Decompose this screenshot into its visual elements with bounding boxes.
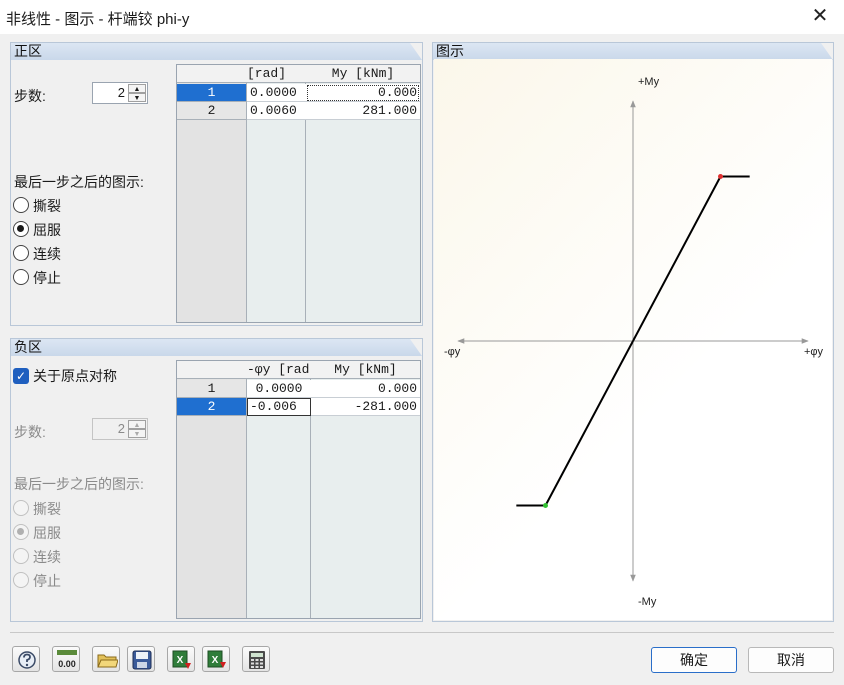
diagram-header: 图示 xyxy=(433,43,833,60)
negative-steps-label: 步数: xyxy=(14,424,46,440)
footer-separator xyxy=(10,632,834,633)
negative-row-1-header[interactable]: 1 xyxy=(177,380,246,398)
negative-option-yield-label: 屈服 xyxy=(33,525,61,541)
positive-row-2-header[interactable]: 2 xyxy=(177,102,246,120)
import-excel-icon: X xyxy=(207,650,226,668)
export-excel-button[interactable]: X xyxy=(167,646,195,672)
positive-steps-spinner[interactable]: 2 ▲ ▼ xyxy=(92,82,148,104)
positive-row-2-phi[interactable]: 0.0060 xyxy=(247,102,306,120)
negative-col-header-phi: -φy [rad xyxy=(247,361,311,379)
positive-option-stop-label: 停止 xyxy=(33,270,61,286)
help-icon xyxy=(18,651,36,669)
y-neg-axis-label: -My xyxy=(638,596,657,608)
open-folder-icon xyxy=(97,654,118,668)
spin-down-icon[interactable]: ▼ xyxy=(128,93,146,102)
negative-option-stop-label: 停止 xyxy=(33,573,61,589)
window-title: 非线性 - 图示 - 杆端铰 phi-y xyxy=(6,11,190,28)
diagram-area: +My -My +φy -φy xyxy=(434,59,832,620)
positive-zone-header: 正区 xyxy=(11,43,422,60)
negative-row-1-phi[interactable]: 0.0000 xyxy=(247,380,311,398)
positive-col-header-m: My [kNm] xyxy=(306,65,420,83)
save-icon xyxy=(132,650,152,670)
cancel-button[interactable]: 取消 xyxy=(748,647,834,673)
negative-table[interactable]: -φy [rad My [kNm] 1 0.0000 0.000 2 -0.00… xyxy=(176,360,421,619)
negative-option-stop-radio xyxy=(13,572,29,588)
curve-segment xyxy=(632,176,722,342)
negative-col-header-m: My [kNm] xyxy=(311,361,420,379)
positive-row-header-corner xyxy=(177,65,247,83)
positive-option-continuous-label: 连续 xyxy=(33,246,61,262)
x-neg-axis-label: -φy xyxy=(444,346,461,358)
negative-after-last-label: 最后一步之后的图示: xyxy=(14,476,144,492)
negative-zone-header: 负区 xyxy=(11,339,422,356)
negative-row-2-m[interactable]: -281.000 xyxy=(311,398,420,416)
positive-option-tear-label: 撕裂 xyxy=(33,198,61,214)
export-excel-icon: X xyxy=(172,650,191,669)
help-button[interactable] xyxy=(12,646,40,672)
symmetric-label: 关于原点对称 xyxy=(33,368,117,384)
negative-row-2-header[interactable]: 2 xyxy=(177,398,246,416)
x-pos-axis-label: +φy xyxy=(804,346,824,358)
ok-button[interactable]: 确定 xyxy=(651,647,737,673)
positive-row-1-phi[interactable]: 0.0000 xyxy=(247,84,306,102)
calculator-icon xyxy=(249,651,265,669)
curve-point-marker xyxy=(718,174,723,180)
positive-steps-value: 2 xyxy=(117,85,125,100)
negative-row-1-m[interactable]: 0.000 xyxy=(311,380,420,398)
import-excel-button[interactable]: X xyxy=(202,646,230,672)
negative-option-continuous-label: 连续 xyxy=(33,549,61,565)
negative-option-yield-radio xyxy=(13,524,29,540)
save-button[interactable] xyxy=(127,646,155,672)
negative-row-header-corner xyxy=(177,361,247,379)
negative-row-2-phi[interactable]: -0.006 xyxy=(247,398,311,416)
positive-option-tear-radio[interactable] xyxy=(13,197,29,213)
symmetric-checkbox[interactable]: ✓ xyxy=(13,368,29,384)
positive-row-1-m[interactable]: 0.000 xyxy=(306,84,420,102)
svg-text:X: X xyxy=(212,655,219,666)
negative-option-tear-label: 撕裂 xyxy=(33,501,61,517)
negative-option-tear-radio xyxy=(13,500,29,516)
positive-option-yield-label: 屈服 xyxy=(33,222,61,238)
negative-option-continuous-radio xyxy=(13,548,29,564)
positive-option-yield-radio[interactable] xyxy=(13,221,29,237)
spin-up-icon[interactable]: ▲ xyxy=(128,84,146,93)
curve-segment xyxy=(544,340,634,506)
negative-steps-spinner: 2 ▲ ▼ xyxy=(92,418,148,440)
title-bar: 非线性 - 图示 - 杆端铰 phi-y ✕ xyxy=(0,0,844,34)
positive-steps-label: 步数: xyxy=(14,88,46,104)
positive-after-last-label: 最后一步之后的图示: xyxy=(14,174,144,190)
close-icon[interactable]: ✕ xyxy=(808,4,832,28)
positive-option-continuous-radio[interactable] xyxy=(13,245,29,261)
positive-table[interactable]: [rad] My [kNm] 1 0.0000 0.000 2 0.0060 2… xyxy=(176,64,421,323)
svg-text:0.00: 0.00 xyxy=(58,659,76,669)
positive-row-2-m[interactable]: 281.000 xyxy=(306,102,420,120)
spin-up-icon: ▲ xyxy=(128,420,146,429)
svg-text:X: X xyxy=(177,655,184,666)
decimal-places-icon: 0.00 xyxy=(57,650,77,669)
positive-option-stop-radio[interactable] xyxy=(13,269,29,285)
negative-steps-value: 2 xyxy=(117,421,125,436)
moment-rotation-chart: +My -My +φy -φy xyxy=(444,76,824,608)
positive-col-header-phi: [rad] xyxy=(247,65,306,83)
curve-point-marker xyxy=(543,502,548,508)
spin-down-icon: ▼ xyxy=(128,429,146,438)
decimal-places-button[interactable]: 0.00 xyxy=(52,646,80,672)
positive-row-1-header[interactable]: 1 xyxy=(177,84,246,102)
y-pos-axis-label: +My xyxy=(638,76,660,88)
calculator-button[interactable] xyxy=(242,646,270,672)
open-button[interactable] xyxy=(92,646,120,672)
